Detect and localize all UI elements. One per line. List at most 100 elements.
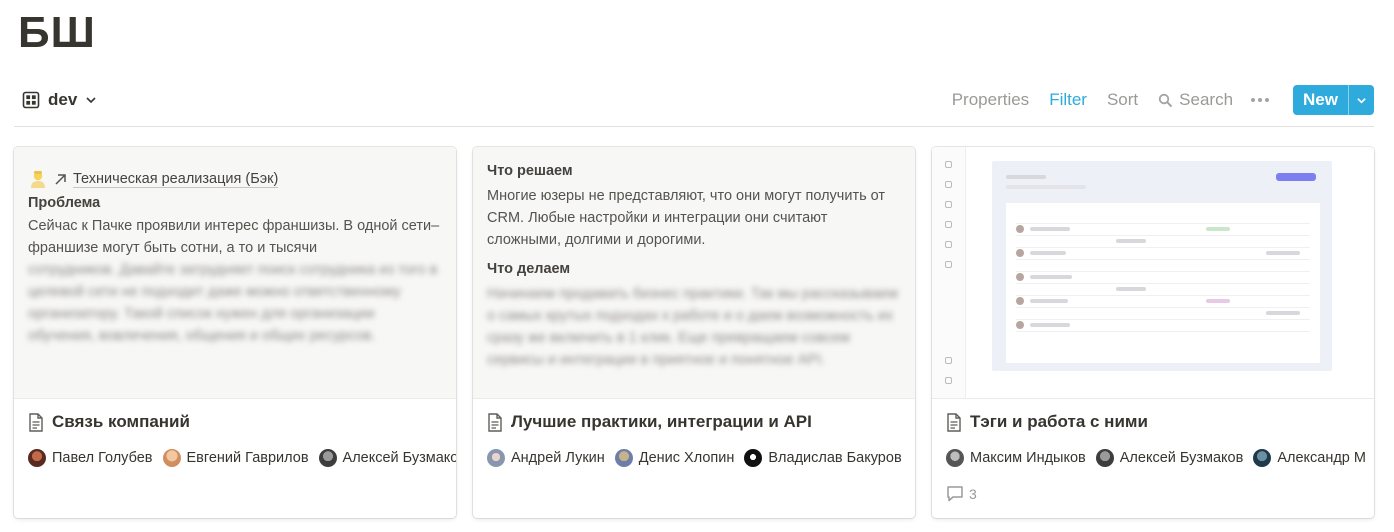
new-button-label: New [1303,90,1338,109]
person-chip: Александр М [1253,449,1366,467]
avatar [1095,449,1114,467]
arrow-up-right-icon [55,173,66,185]
person-name: Павел Голубев [52,450,153,466]
thumb-line [1030,275,1072,279]
person-chip: Алексей Бузмаков [1095,449,1244,467]
page-icon [488,412,502,432]
person-chip: Алексей Бузмаков [318,449,456,467]
gallery-card[interactable]: Что решаем Многие юзеры не представляют,… [473,147,915,518]
comment-count-value: 3 [969,485,977,502]
thumb-row [1016,319,1310,320]
thumb-line [1116,239,1146,243]
linked-page-title: Техническая реализация (Бэк) [73,170,279,188]
person-chip: Денис Хлопин [614,449,735,467]
thumb-line [1030,227,1070,231]
thumb-avatar [1016,321,1024,329]
page-icon [29,412,43,432]
properties-button[interactable]: Properties [952,90,1029,110]
thumbnail-content [992,161,1332,371]
toolbar-divider [14,126,1374,127]
thumb-avatar [1016,273,1024,281]
person-name: Денис Хлопин [638,450,735,466]
database-toolbar: dev Properties Filter Sort Search New [14,84,1374,116]
person-chip: Евгений Гаврилов [162,449,309,467]
chevron-down-icon [86,97,96,104]
thumb-avatar [1016,249,1024,257]
thumb-icon [945,181,952,188]
view-switcher[interactable]: dev [14,90,97,110]
comment-count[interactable]: 3 [946,485,977,502]
thumb-row [1016,223,1310,224]
thumb-tag [1206,299,1230,303]
card-title-text: Тэги и работа с ними [970,412,1148,431]
preview-heading: Что делаем [487,261,571,277]
thumb-tag [1206,227,1230,231]
dot-icon [1251,98,1256,102]
thumb-icon [945,221,952,228]
search-button[interactable]: Search [1158,90,1233,110]
assignees: Максим Индыков Алексей Бузмаков Александ… [946,449,1374,467]
thumb-line [1266,251,1300,255]
card-title-text: Связь компаний [52,412,190,431]
avatar [487,449,505,467]
page-icon [947,412,961,432]
card-preview: Что решаем Многие юзеры не представляют,… [473,147,915,399]
chevron-down-icon [1357,97,1366,104]
search-label: Search [1179,90,1234,109]
card-preview: Техническая реализация (Бэк) Проблема Се… [14,147,456,399]
avatar [614,449,633,467]
gallery-card[interactable]: Техническая реализация (Бэк) Проблема Се… [14,147,456,518]
dot-icon [1258,98,1263,102]
thumb-row [1016,283,1310,284]
person-name: Алексей Бузмаков [1119,450,1244,466]
person-name: Евгений Гаврилов [186,450,309,466]
person-chip: Максим Индыков [946,449,1086,467]
person-name: Владислав Бакуров [768,450,902,466]
thumb-line [1116,287,1146,291]
more-options-button[interactable] [1251,98,1270,102]
person-name: Александр М [1277,450,1366,466]
avatar [1253,449,1272,467]
thumb-table [1006,203,1320,363]
filter-button[interactable]: Filter [1049,90,1087,110]
search-icon [1158,93,1173,107]
thumb-line [1006,175,1046,179]
thumb-icon [945,377,952,384]
card-title: Тэги и работа с ними [946,412,1148,432]
thumb-icon [945,357,952,364]
person-emoji-icon [31,171,45,188]
card-title: Связь компаний [28,412,190,432]
thumb-row [1016,235,1310,236]
avatar [318,449,337,467]
page-title: БШ [18,8,96,57]
dot-icon [1265,98,1270,102]
thumb-button [1276,173,1316,181]
thumb-avatar [1016,225,1024,233]
thumb-icon [945,201,952,208]
person-chip: Владислав Бакуров [744,449,902,467]
thumb-avatar [1016,297,1024,305]
new-button[interactable]: New [1293,85,1374,115]
thumb-line [1006,185,1086,189]
thumb-row [1016,331,1310,332]
person-name: Алексей Бузмаков [342,450,456,466]
thumb-line [1030,299,1068,303]
card-title-text: Лучшие практики, интеграции и API [511,412,812,431]
gallery-card[interactable]: Тэги и работа с ними Максим Индыков Алек… [932,147,1374,518]
sort-button[interactable]: Sort [1107,90,1138,110]
linked-page[interactable]: Техническая реализация (Бэк) [28,169,442,189]
new-dropdown-button[interactable] [1348,85,1374,115]
person-name: Максим Индыков [970,450,1086,466]
comment-icon [947,486,963,502]
thumb-line [1030,323,1070,327]
assignees: Павел Голубев Евгений Гаврилов Алексей Б… [28,449,456,467]
thumb-line [1030,251,1066,255]
thumb-row [1016,295,1310,296]
screenshot-thumbnail [932,147,1374,398]
card-title: Лучшие практики, интеграции и API [487,412,812,432]
assignees: Андрей Лукин Денис Хлопин Владислав Баку… [487,449,915,467]
thumb-row [1016,259,1310,260]
preview-blurred-text: Начинаем продавать бизнес практики. Так … [487,286,898,368]
view-name: dev [48,90,78,109]
person-name: Андрей Лукин [511,450,605,466]
